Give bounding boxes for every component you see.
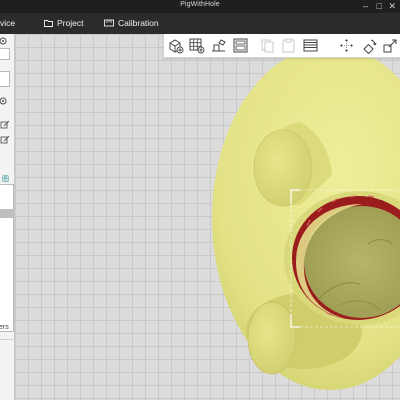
copy-button[interactable]: [259, 37, 276, 54]
folder-icon: [44, 20, 53, 27]
menu-device[interactable]: vice: [0, 18, 15, 28]
calibration-icon: [104, 19, 114, 27]
menu-calibration[interactable]: Calibration: [104, 18, 159, 28]
edit-icon[interactable]: [0, 120, 10, 130]
window-title: PigWithHole: [180, 1, 220, 8]
arrange-icon: [212, 39, 226, 52]
layers-button[interactable]: [302, 37, 319, 54]
panel-bottom-label: ers: [0, 324, 9, 331]
scale-button[interactable]: [382, 37, 399, 54]
paste-icon: [282, 38, 295, 53]
view-toolbar: [163, 34, 400, 58]
auto-arrange-button[interactable]: [210, 37, 227, 54]
layout-button[interactable]: [232, 37, 249, 54]
title-bar: PigWithHole – □ ✕: [0, 0, 400, 13]
3d-viewport[interactable]: [15, 34, 400, 400]
panel-divider: [0, 339, 14, 340]
rotate-button[interactable]: [360, 37, 377, 55]
settings-icon[interactable]: [0, 36, 10, 46]
menu-device-label: vice: [0, 18, 16, 28]
object-list-selected-row[interactable]: [0, 209, 13, 218]
menu-bar: vice Project Calibration: [0, 13, 400, 34]
maximize-icon[interactable]: □: [377, 1, 382, 11]
move-button[interactable]: [338, 37, 355, 54]
menu-calibration-label: Calibration: [118, 18, 159, 28]
rotate-icon: [363, 39, 377, 55]
edit-icon-2[interactable]: [0, 135, 10, 145]
layout-icon: [233, 38, 248, 53]
add-grid-button[interactable]: [188, 37, 205, 54]
field-box-2[interactable]: [0, 71, 10, 87]
panel-tab-label[interactable]: 图: [2, 174, 9, 184]
grid-icon: [189, 38, 205, 54]
paste-button[interactable]: [280, 37, 297, 54]
field-box-1[interactable]: [0, 48, 10, 60]
scale-icon: [383, 39, 397, 53]
close-icon[interactable]: ✕: [388, 1, 396, 11]
minimize-icon[interactable]: –: [363, 1, 368, 11]
object-list[interactable]: [0, 184, 14, 332]
cube-add-icon: [169, 39, 184, 54]
add-model-button[interactable]: [167, 37, 184, 54]
move-icon: [340, 39, 353, 52]
copy-icon: [261, 39, 274, 53]
menu-project-label: Project: [57, 18, 84, 28]
pig-model[interactable]: [15, 34, 400, 400]
menu-project[interactable]: Project: [44, 18, 83, 28]
left-panel: 图 ers: [0, 34, 15, 400]
settings-icon-2[interactable]: [0, 96, 10, 106]
layers-icon: [303, 39, 318, 52]
